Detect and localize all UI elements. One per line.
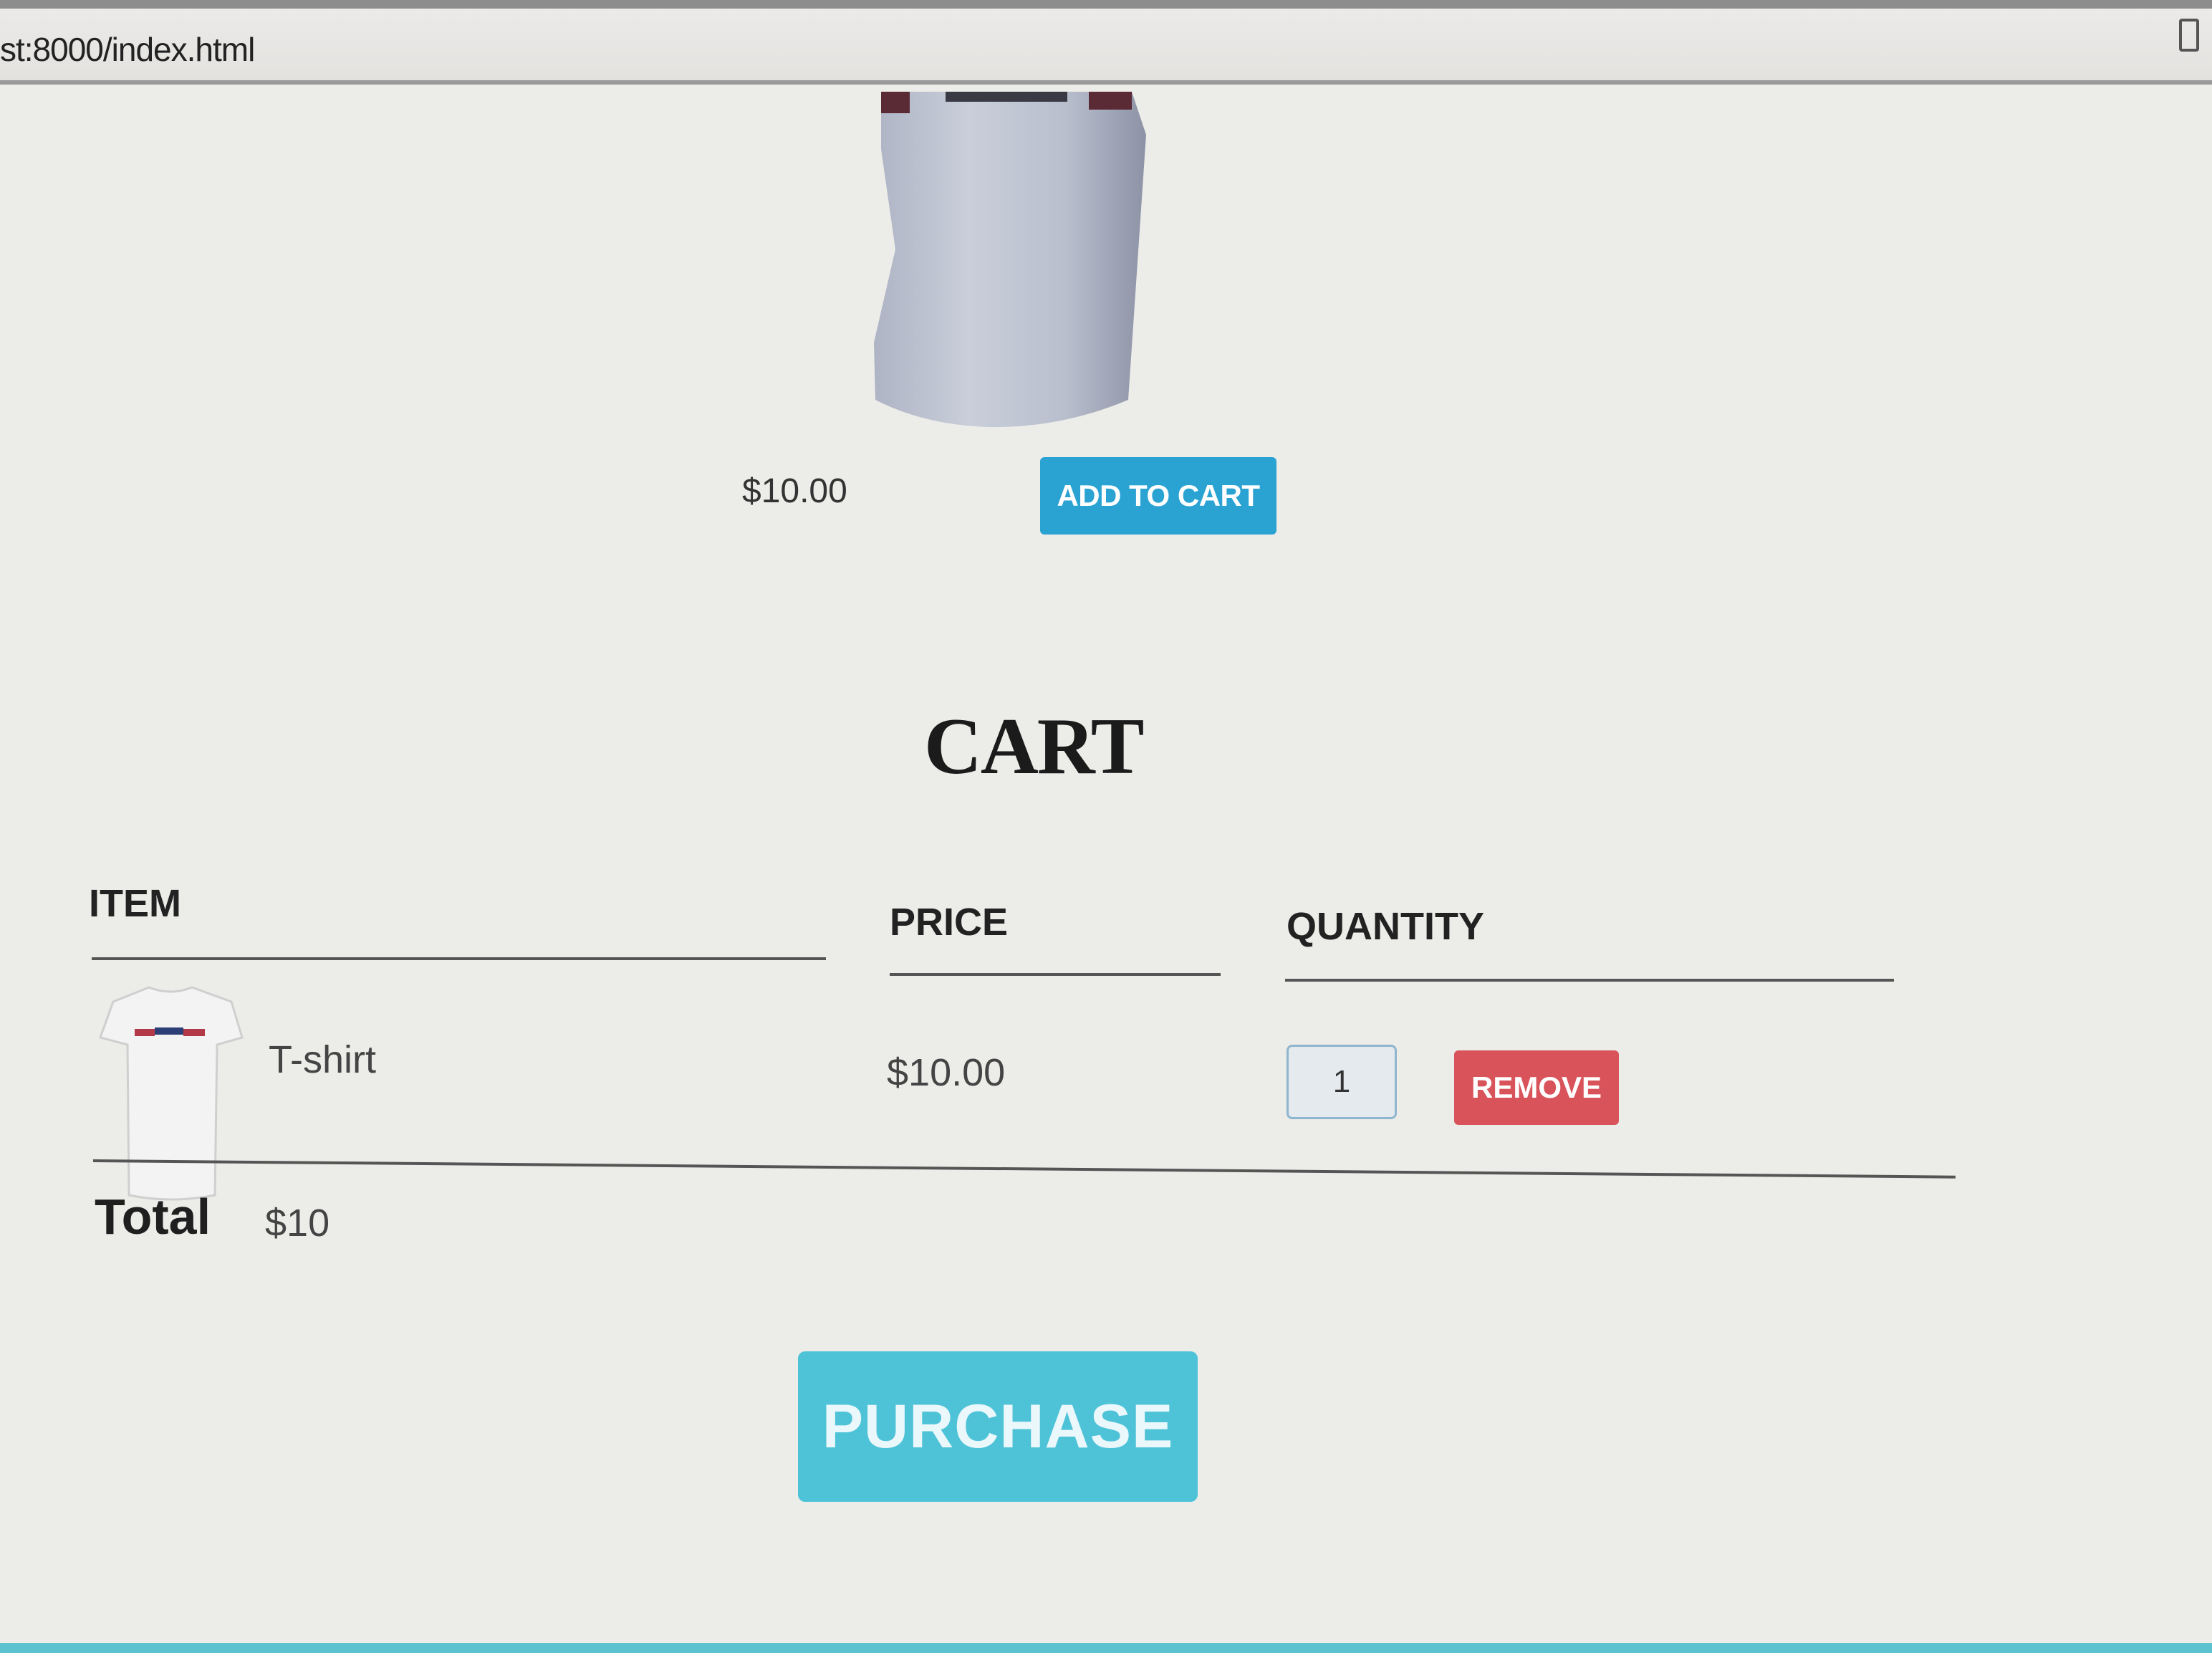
cart-item-name: T-shirt xyxy=(269,1038,377,1081)
product-price: $10.00 xyxy=(742,472,847,510)
cart-item-price: $10.00 xyxy=(887,1051,1006,1094)
column-header-price: PRICE xyxy=(890,901,1009,944)
column-header-quantity: QUANTITY xyxy=(1287,905,1484,948)
remove-button[interactable]: REMOVE xyxy=(1454,1050,1619,1125)
column-header-item: ITEM xyxy=(89,882,181,925)
address-bar-url[interactable]: st:8000/index.html xyxy=(0,30,255,69)
sidebar-icon[interactable] xyxy=(2179,19,2199,52)
purchase-button[interactable]: PURCHASE xyxy=(798,1351,1198,1502)
column-underline-price xyxy=(890,973,1221,976)
column-underline-item xyxy=(92,957,826,960)
toolbar-edge xyxy=(0,0,2212,9)
quantity-input[interactable] xyxy=(1287,1045,1397,1119)
cart-title: CART xyxy=(924,702,1144,791)
bottom-strip xyxy=(0,1643,2212,1653)
add-to-cart-button[interactable]: ADD TO CART xyxy=(1040,457,1276,535)
column-underline-quantity xyxy=(1285,979,1894,982)
tshirt-image xyxy=(874,92,1146,428)
total-value: $10 xyxy=(265,1202,330,1245)
browser-toolbar: st:8000/index.html xyxy=(0,0,2212,85)
total-label: Total xyxy=(95,1189,211,1245)
page-content: $10.00 ADD TO CART CART ITEM PRICE QUANT… xyxy=(0,85,2212,1653)
total-divider xyxy=(92,1159,1956,1179)
tshirt-thumbnail xyxy=(99,986,244,1201)
